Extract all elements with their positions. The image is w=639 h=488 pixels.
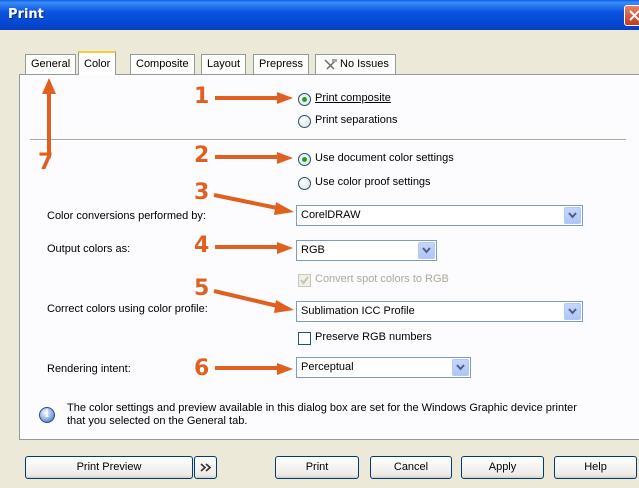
dropdown-button[interactable] <box>418 242 435 259</box>
close-icon <box>629 10 639 21</box>
convert-spot-colors-checkbox[interactable] <box>298 274 311 287</box>
tab-general[interactable]: General <box>25 54 77 74</box>
info-icon: i <box>39 407 55 423</box>
print-separations-radio[interactable] <box>298 115 311 128</box>
help-button[interactable]: Help <box>554 456 637 479</box>
print-composite-label[interactable]: Print composite <box>315 92 391 104</box>
color-conversions-label: Color conversions performed by: <box>47 210 206 222</box>
use-color-proof-radio[interactable] <box>298 177 311 190</box>
chevron-down-icon <box>568 212 577 219</box>
annotation-number: 4 <box>194 233 210 258</box>
expand-preview-button[interactable] <box>194 456 217 479</box>
print-button[interactable]: Print <box>275 456 359 479</box>
chevron-down-icon <box>456 364 465 371</box>
use-document-color-radio[interactable] <box>298 153 311 166</box>
no-issues-icon <box>324 59 337 70</box>
use-color-proof-label[interactable]: Use color proof settings <box>315 176 431 188</box>
preserve-rgb-label[interactable]: Preserve RGB numbers <box>315 331 432 343</box>
tab-color[interactable]: Color <box>78 51 117 75</box>
checkmark-icon <box>300 276 309 285</box>
chevron-down-icon <box>422 247 431 254</box>
annotation-arrow <box>215 242 293 254</box>
color-profile-dropdown[interactable]: Sublimation ICC Profile <box>296 301 583 322</box>
output-colors-value: RGB <box>301 244 325 256</box>
window-title: Print <box>8 7 44 22</box>
rendering-intent-dropdown[interactable]: Perceptual <box>296 357 471 378</box>
convert-spot-colors-label: Convert spot colors to RGB <box>315 273 449 285</box>
dropdown-button[interactable] <box>452 359 469 376</box>
print-separations-label[interactable]: Print separations <box>315 114 398 126</box>
annotation-arrow <box>42 78 56 158</box>
close-button[interactable] <box>624 5 639 26</box>
print-composite-radio[interactable] <box>298 93 311 106</box>
color-conversions-dropdown[interactable]: CorelDRAW <box>296 205 583 226</box>
tab-no-issues[interactable]: No Issues <box>315 54 396 74</box>
annotation-number: 3 <box>194 180 210 205</box>
annotation-number: 6 <box>194 356 210 381</box>
print-dialog: Print General Color Composite Layout Pre… <box>0 0 639 488</box>
separator <box>30 139 626 141</box>
rendering-intent-value: Perceptual <box>301 361 354 373</box>
annotation-arrow <box>215 92 293 104</box>
use-document-color-label[interactable]: Use document color settings <box>315 152 454 164</box>
output-colors-label: Output colors as: <box>47 243 131 255</box>
annotation-arrow <box>215 363 293 375</box>
cancel-button[interactable]: Cancel <box>370 456 452 479</box>
preserve-rgb-checkbox[interactable] <box>298 332 311 345</box>
annotation-number: 7 <box>38 150 54 175</box>
annotation-arrow <box>213 193 294 215</box>
apply-button[interactable]: Apply <box>461 456 544 479</box>
chevron-down-icon <box>568 308 577 315</box>
annotation-arrow <box>215 152 293 164</box>
annotation-number: 2 <box>194 143 210 168</box>
output-colors-dropdown[interactable]: RGB <box>296 240 437 261</box>
title-bar[interactable]: Print <box>0 0 639 30</box>
tab-composite[interactable]: Composite <box>130 54 195 74</box>
tab-prepress[interactable]: Prepress <box>253 54 310 74</box>
info-text: The color settings and preview available… <box>67 402 577 427</box>
annotation-number: 1 <box>194 84 210 109</box>
rendering-intent-label: Rendering intent: <box>47 363 131 375</box>
dropdown-button[interactable] <box>564 207 581 224</box>
double-chevron-right-icon <box>200 463 212 472</box>
dropdown-button[interactable] <box>564 303 581 320</box>
annotation-arrow <box>213 289 294 313</box>
annotation-number: 5 <box>194 276 210 301</box>
tab-layout[interactable]: Layout <box>201 54 247 74</box>
color-conversions-value: CorelDRAW <box>301 209 361 221</box>
color-profile-value: Sublimation ICC Profile <box>301 305 415 317</box>
print-preview-button[interactable]: Print Preview <box>25 456 193 479</box>
correct-colors-label: Correct colors using color profile: <box>47 303 208 315</box>
